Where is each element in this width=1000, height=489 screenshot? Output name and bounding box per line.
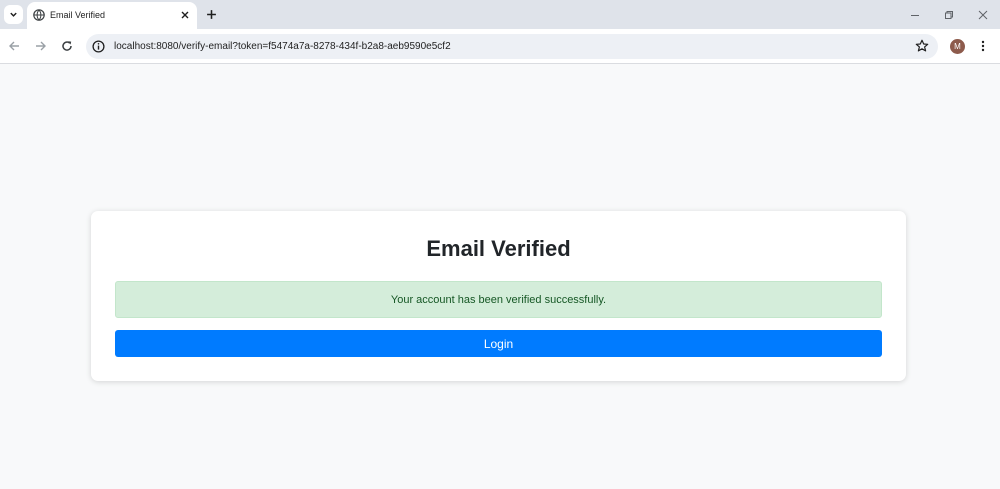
login-button[interactable]: Login <box>115 330 882 357</box>
tab-strip: Email Verified <box>0 0 1000 29</box>
browser-menu-button[interactable] <box>977 39 989 53</box>
profile-avatar[interactable]: M <box>950 39 965 54</box>
new-tab-button[interactable] <box>204 7 218 21</box>
address-bar[interactable]: localhost:8080/verify-email?token=f5474a… <box>86 34 938 59</box>
alert-message: Your account has been verified successfu… <box>390 293 607 306</box>
plus-icon <box>206 9 216 19</box>
star-icon[interactable] <box>915 39 929 53</box>
forward-button[interactable] <box>34 39 48 53</box>
tab-close-button[interactable] <box>179 9 191 21</box>
close-icon <box>978 10 988 20</box>
success-alert: Your account has been verified successfu… <box>115 281 882 318</box>
tab-search-button[interactable] <box>4 5 23 24</box>
reload-icon <box>62 41 72 51</box>
minimize-button[interactable] <box>909 9 921 21</box>
avatar-initial: M <box>954 42 961 51</box>
reload-button[interactable] <box>60 39 74 53</box>
chevron-down-icon <box>10 12 17 17</box>
restore-icon <box>945 11 953 19</box>
browser-toolbar: localhost:8080/verify-email?token=f5474a… <box>0 29 1000 64</box>
more-vertical-icon <box>981 40 985 52</box>
url-text[interactable]: localhost:8080/verify-email?token=f5474a… <box>114 41 451 52</box>
verification-card: Email Verified Your account has been ver… <box>91 211 906 381</box>
minimize-icon <box>911 15 919 16</box>
tab-title: Email Verified <box>50 10 106 20</box>
tab-email-verified[interactable]: Email Verified <box>27 2 197 29</box>
globe-icon <box>33 9 45 21</box>
back-button[interactable] <box>7 39 21 53</box>
arrow-left-icon <box>9 41 19 51</box>
page-title: Email Verified <box>426 236 571 261</box>
arrow-right-icon <box>36 41 46 51</box>
restore-button[interactable] <box>943 9 955 21</box>
close-icon <box>181 11 189 19</box>
info-icon[interactable] <box>92 40 105 53</box>
window-close-button[interactable] <box>977 9 989 21</box>
